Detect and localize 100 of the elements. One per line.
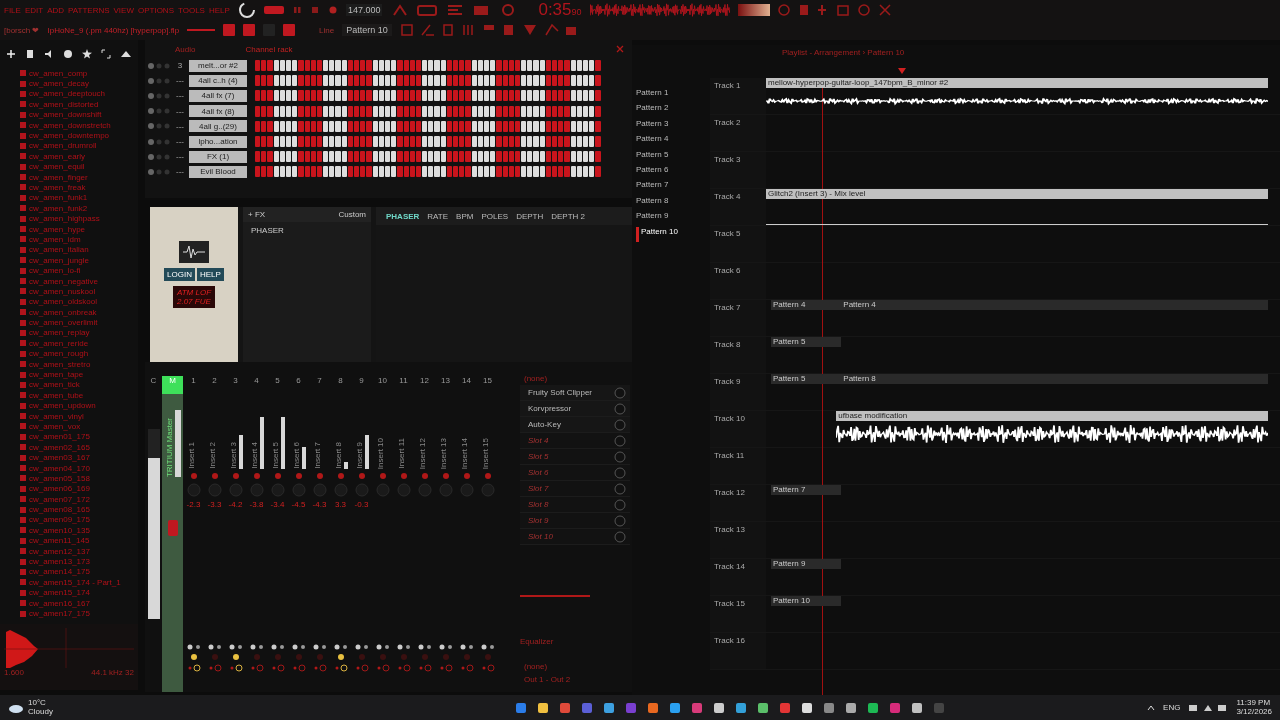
- browser-file[interactable]: cw_amen_nuskool: [20, 286, 138, 297]
- stereo-icon[interactable]: [396, 644, 411, 650]
- channel-button[interactable]: 4all g..(29): [189, 120, 247, 133]
- add-icon[interactable]: [6, 49, 16, 59]
- app-icon[interactable]: [757, 701, 769, 714]
- preset-selector[interactable]: Custom: [338, 210, 366, 219]
- browser-file[interactable]: cw_amen_negative: [20, 275, 138, 287]
- mix-knob[interactable]: [614, 450, 626, 463]
- output-input-selector[interactable]: (none): [520, 660, 630, 673]
- browser-file[interactable]: cw_amen_deeptouch: [20, 88, 138, 100]
- browser-file[interactable]: cw_amen_replay: [20, 327, 138, 339]
- audio-clip-header[interactable]: ufbase modification: [836, 411, 1268, 421]
- effect-slot[interactable]: Slot 8: [520, 497, 630, 513]
- knob[interactable]: DEPTH 2: [551, 211, 586, 221]
- menu-item[interactable]: PATTERNS: [68, 5, 110, 15]
- globe-icon[interactable]: [63, 49, 73, 59]
- channel-button[interactable]: FX (1): [189, 150, 247, 163]
- effect-slot[interactable]: Slot 5: [520, 449, 630, 465]
- piano-mode-button[interactable]: [223, 24, 236, 36]
- mix-knob[interactable]: [614, 418, 626, 431]
- app-icon[interactable]: [603, 701, 615, 714]
- mute-icon[interactable]: [294, 472, 303, 480]
- browser-file[interactable]: cw_amen09_175: [20, 514, 138, 526]
- dot-icon[interactable]: [483, 653, 492, 661]
- dot-icon[interactable]: [441, 653, 450, 661]
- mute-icon[interactable]: [462, 472, 471, 480]
- browser-file[interactable]: cw_amen_equil: [20, 161, 138, 172]
- arrow-button[interactable]: [243, 24, 256, 36]
- mix-knob[interactable]: [614, 386, 626, 399]
- browser-file[interactable]: cw_amen_distorted: [20, 99, 138, 110]
- language-indicator[interactable]: ENG: [1163, 703, 1181, 712]
- mixer-track-number[interactable]: ---: [173, 167, 187, 177]
- browser-file[interactable]: cw_amen_tape: [20, 369, 138, 380]
- channel-button[interactable]: 4all fx (8): [189, 105, 247, 118]
- output-selector[interactable]: Out 1 - Out 2: [520, 673, 630, 686]
- track-header[interactable]: Track 3: [710, 152, 766, 188]
- channel-button[interactable]: 4all c..h (4): [189, 74, 247, 87]
- browser-file[interactable]: cw_amen_early: [20, 151, 138, 162]
- pattern-item[interactable]: Pattern 3: [636, 118, 710, 135]
- channel-group-selector[interactable]: Audio: [175, 44, 196, 54]
- mix-knob[interactable]: [614, 514, 626, 527]
- browser-file[interactable]: cw_amen_vox: [20, 421, 138, 432]
- channel-controls-icon[interactable]: [147, 122, 171, 131]
- stereo-icon[interactable]: [354, 644, 369, 650]
- input-selector[interactable]: (none): [520, 372, 630, 385]
- track-header[interactable]: Track 7: [710, 300, 766, 336]
- pattern-item[interactable]: Pattern 6: [636, 164, 710, 181]
- browser-file[interactable]: cw_amen_funk1: [20, 192, 138, 204]
- mute-icon[interactable]: [483, 472, 492, 480]
- route-icon[interactable]: [186, 664, 201, 672]
- effect-slot[interactable]: Slot 6: [520, 465, 630, 481]
- pattern-item[interactable]: Pattern 8: [636, 195, 710, 212]
- pattern-clip-header[interactable]: Pattern 9: [771, 559, 842, 569]
- chevron-icon[interactable]: [1147, 704, 1156, 711]
- pattern-item[interactable]: Pattern 2: [636, 103, 710, 119]
- clock-date[interactable]: 3/12/2026: [1236, 707, 1272, 717]
- browser-file[interactable]: cw_amen11_145: [20, 535, 138, 546]
- pattern-clip-header[interactable]: Pattern 5: [771, 374, 842, 384]
- mute-icon[interactable]: [357, 472, 366, 480]
- mute-icon[interactable]: [273, 472, 282, 480]
- mute-icon[interactable]: [378, 472, 387, 480]
- stereo-icon[interactable]: [459, 644, 474, 650]
- dot-icon[interactable]: [462, 653, 471, 661]
- system-tray-icons[interactable]: [1188, 702, 1229, 713]
- stereo-icon[interactable]: [228, 644, 243, 650]
- route-icon[interactable]: [228, 664, 243, 672]
- track-header[interactable]: Track 8: [710, 337, 766, 373]
- mute-icon[interactable]: [399, 472, 408, 480]
- effect-item[interactable]: PHASER: [243, 222, 371, 239]
- dot-icon[interactable]: [378, 653, 387, 661]
- close-icon[interactable]: [616, 45, 624, 53]
- app-icon[interactable]: [669, 701, 681, 714]
- pattern-selector[interactable]: Pattern 10: [342, 24, 392, 36]
- stereo-icon[interactable]: [249, 644, 264, 650]
- effect-slot[interactable]: Auto-Key: [520, 417, 630, 433]
- browser-file[interactable]: cw_amen07_172: [20, 494, 138, 505]
- mute-icon[interactable]: [441, 472, 450, 480]
- mute-icon[interactable]: [210, 472, 219, 480]
- effect-slot[interactable]: Korvpressor: [520, 401, 630, 417]
- knob[interactable]: DEPTH: [516, 211, 544, 221]
- browser-file[interactable]: cw_amen_decay: [20, 78, 138, 89]
- channel-button[interactable]: Evil Blood: [189, 165, 247, 178]
- browser-file[interactable]: cw_amen_jungle: [20, 255, 138, 266]
- browser-file[interactable]: cw_amen_tick: [20, 379, 138, 391]
- lamp-icon[interactable]: [231, 653, 240, 661]
- browser-file[interactable]: cw_amen_drumroll: [20, 140, 138, 152]
- browser-file[interactable]: cw_amen13_173: [20, 556, 138, 567]
- pause-icon[interactable]: [291, 5, 302, 15]
- browser-file[interactable]: cw_amen05_158: [20, 473, 138, 484]
- dot-icon[interactable]: [399, 653, 408, 661]
- mute-icon[interactable]: [420, 472, 429, 480]
- plugin-button[interactable]: LOGIN: [164, 268, 195, 281]
- pattern-clip-header[interactable]: Pattern 8: [841, 374, 1268, 384]
- track-header[interactable]: Track 13: [710, 522, 766, 558]
- track-header[interactable]: Track 16: [710, 633, 766, 669]
- automation-clip-header[interactable]: Glitch2 (Insert 3) - Mix level: [766, 189, 1268, 199]
- route-icon[interactable]: [333, 664, 348, 672]
- dot-icon[interactable]: [315, 653, 324, 661]
- pattern-item[interactable]: Pattern 7: [636, 180, 710, 196]
- track-header[interactable]: Track 4: [710, 189, 766, 225]
